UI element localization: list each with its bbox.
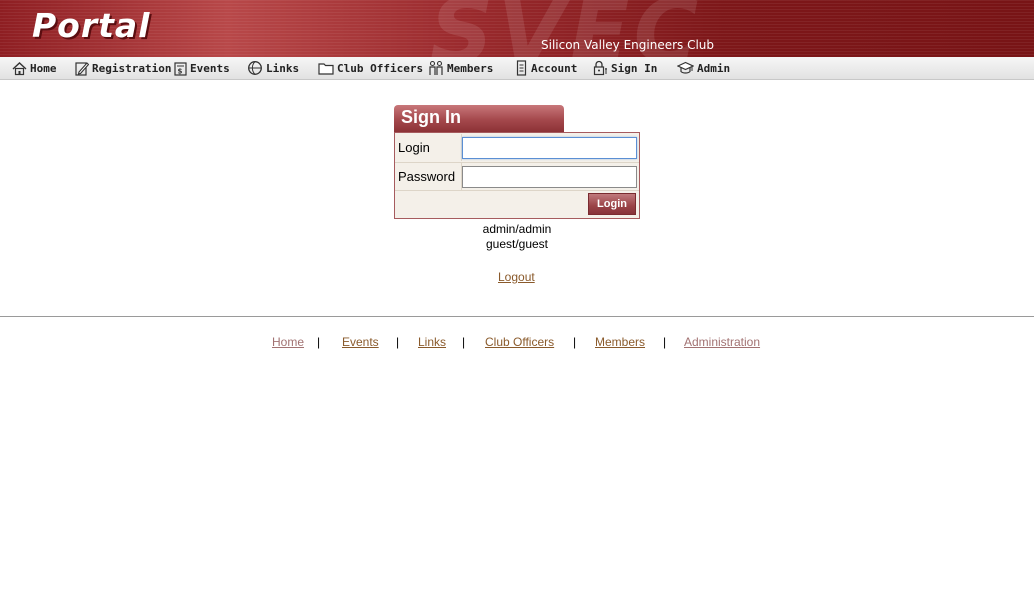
- menu-label-members: Members: [447, 61, 494, 75]
- calendar-icon: $: [174, 61, 187, 76]
- lock-icon: [593, 60, 607, 76]
- credential-hint-guest: guest/guest: [485, 237, 549, 251]
- menu-item-events[interactable]: $ Events: [174, 60, 230, 76]
- graduation-cap-icon: [677, 61, 694, 74]
- row-divider: [395, 190, 639, 191]
- menu-item-account[interactable]: Account: [516, 60, 577, 76]
- menu-label-admin: Admin: [697, 61, 731, 75]
- footer-separator: |: [663, 335, 667, 349]
- edit-icon: [75, 61, 89, 76]
- sign-in-title: Sign In: [401, 107, 461, 127]
- login-button[interactable]: Login: [588, 193, 636, 215]
- footer-separator: |: [573, 335, 577, 349]
- menu-label-sign-in: Sign In: [611, 61, 658, 75]
- menu-item-home[interactable]: Home: [12, 60, 57, 76]
- login-input[interactable]: [462, 137, 637, 159]
- menu-item-club-officers[interactable]: Club Officers: [318, 60, 423, 76]
- people-icon: [429, 60, 443, 75]
- footer-link-links[interactable]: Links: [418, 335, 446, 349]
- login-label: Login: [395, 134, 462, 161]
- footer-separator: |: [396, 335, 400, 349]
- password-input[interactable]: [462, 166, 637, 188]
- menu-label-club-officers: Club Officers: [337, 61, 424, 75]
- document-icon: [516, 60, 527, 76]
- footer-link-club-officers[interactable]: Club Officers: [485, 335, 554, 349]
- top-menu-bar: Home Registration $ Events Links Club Of…: [0, 57, 1034, 80]
- logout-link[interactable]: Logout: [498, 270, 535, 284]
- footer-link-administration[interactable]: Administration: [684, 335, 760, 349]
- globe-icon: [248, 61, 262, 75]
- password-label: Password: [395, 163, 462, 190]
- sign-in-tab: Sign In: [394, 105, 564, 132]
- footer-separator: |: [462, 335, 466, 349]
- menu-item-links[interactable]: Links: [247, 60, 299, 76]
- home-icon: [12, 61, 27, 75]
- footer-link-events[interactable]: Events: [342, 335, 379, 349]
- header-banner: SVEC Portal Silicon Valley Engineers Clu…: [0, 0, 1034, 57]
- credential-hint-admin: admin/admin: [482, 222, 552, 236]
- folder-icon: [318, 63, 334, 75]
- footer-separator: |: [317, 335, 321, 349]
- menu-label-links: Links: [266, 61, 300, 75]
- footer-link-home[interactable]: Home: [272, 335, 304, 349]
- menu-item-members[interactable]: Members: [428, 60, 493, 76]
- svg-text:$: $: [178, 67, 183, 75]
- menu-label-home: Home: [30, 61, 57, 75]
- menu-label-registration: Registration: [92, 61, 172, 75]
- sign-in-form: Login Password Login: [394, 132, 640, 219]
- footer-divider: [0, 316, 1034, 317]
- menu-item-admin[interactable]: Admin: [677, 60, 730, 76]
- menu-label-events: Events: [190, 61, 230, 75]
- footer-link-members[interactable]: Members: [595, 335, 645, 349]
- portal-logo[interactable]: Portal: [32, 6, 151, 45]
- menu-item-sign-in[interactable]: Sign In: [592, 60, 657, 76]
- menu-label-account: Account: [531, 61, 578, 75]
- club-subtitle: Silicon Valley Engineers Club: [541, 38, 715, 52]
- menu-item-registration[interactable]: Registration: [75, 60, 171, 76]
